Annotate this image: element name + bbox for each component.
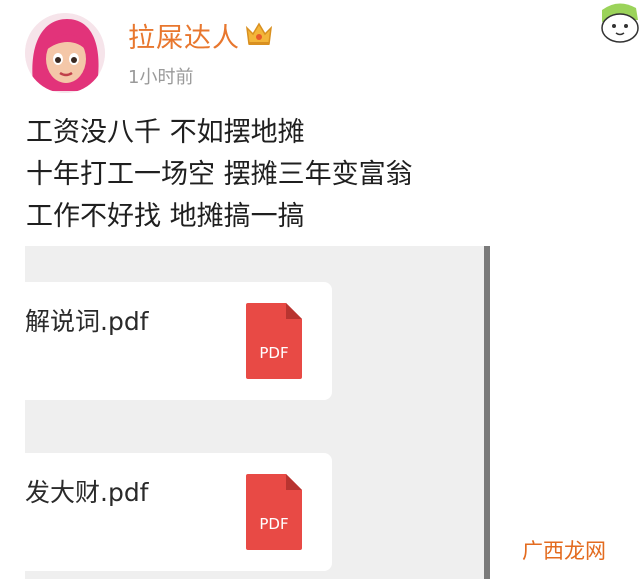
watermark: 广西龙网 [522,539,606,563]
file-name: 解说词.pdf [25,307,149,336]
avatar[interactable] [25,13,105,93]
scrollbar[interactable] [484,246,490,579]
pdf-file-icon: PDF [244,301,304,381]
pdf-icon-label: PDF [259,344,289,362]
file-name: 发大财.pdf [25,478,149,507]
author-name[interactable]: 拉屎达人 [128,16,240,55]
sticker-icon [596,0,640,46]
crown-icon [244,20,274,48]
post-timestamp: 1小时前 [128,67,194,88]
post-line: 工作不好找 地摊搞一搞 [26,201,305,232]
post-body: 工资没八千 不如摆地摊 十年打工一场空 摆摊三年变富翁 工作不好找 地摊搞一搞 [26,112,413,238]
pdf-icon-label: PDF [259,515,289,533]
post-line: 十年打工一场空 摆摊三年变富翁 [26,159,413,190]
attachment-list: 解说词.pdf PDF 发大财.pdf PDF [25,246,490,579]
file-card[interactable]: 解说词.pdf PDF [25,282,332,400]
post-line: 工资没八千 不如摆地摊 [26,117,305,148]
file-card[interactable]: 发大财.pdf PDF [25,453,332,571]
pdf-file-icon: PDF [244,472,304,552]
